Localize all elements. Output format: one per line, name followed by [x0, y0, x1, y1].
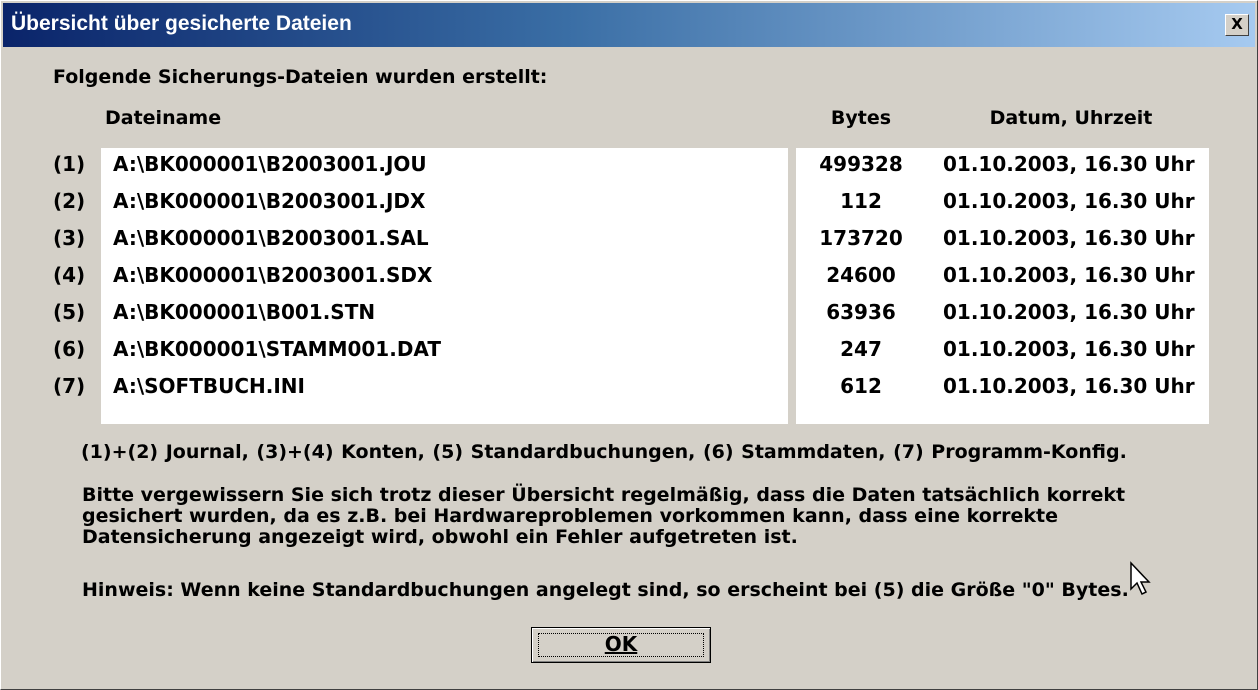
row-date: 01.10.2003, 16.30 Uhr — [943, 337, 1195, 361]
row-filename: A:\BK000001\B2003001.SAL — [113, 226, 429, 250]
row-number: (2) — [53, 189, 86, 213]
dialog-window: Übersicht über gesicherte Dateien X Folg… — [0, 0, 1258, 690]
row-bytes: 63936 — [826, 300, 896, 324]
legend-text: (1)+(2) Journal, (3)+(4) Konten, (5) Sta… — [81, 441, 1127, 463]
row-filename: A:\BK000001\B2003001.JOU — [113, 152, 427, 176]
column-header-date: Datum, Uhrzeit — [989, 107, 1153, 129]
intro-text: Folgende Sicherungs-Dateien wurden erste… — [53, 66, 548, 88]
mouse-pointer-icon — [1130, 561, 1151, 596]
row-bytes: 173720 — [819, 226, 903, 250]
row-date: 01.10.2003, 16.30 Uhr — [943, 189, 1195, 213]
row-filename: A:\BK000001\B2003001.JDX — [113, 189, 426, 213]
hint-text: Hinweis: Wenn keine Standardbuchungen an… — [82, 579, 1129, 601]
row-filename: A:\BK000001\B2003001.SDX — [113, 263, 433, 287]
close-button[interactable]: X — [1225, 14, 1249, 36]
window-title: Übersicht über gesicherte Dateien — [11, 12, 352, 35]
row-number: (4) — [53, 263, 86, 287]
title-bar[interactable]: Übersicht über gesicherte Dateien X — [3, 3, 1255, 47]
row-bytes: 499328 — [819, 152, 903, 176]
row-number: (7) — [53, 374, 86, 398]
ok-button[interactable]: OK — [531, 627, 711, 663]
column-header-filename: Dateiname — [105, 107, 222, 129]
row-number: (1) — [53, 152, 86, 176]
row-filename: A:\BK000001\B001.STN — [113, 300, 376, 324]
row-filename: A:\BK000001\STAMM001.DAT — [113, 337, 441, 361]
row-date: 01.10.2003, 16.30 Uhr — [943, 374, 1195, 398]
close-icon: X — [1231, 15, 1243, 33]
column-header-bytes: Bytes — [830, 107, 892, 129]
row-date: 01.10.2003, 16.30 Uhr — [943, 300, 1195, 324]
row-number: (5) — [53, 300, 86, 324]
row-bytes: 612 — [840, 374, 882, 398]
row-date: 01.10.2003, 16.30 Uhr — [943, 263, 1195, 287]
row-bytes: 24600 — [826, 263, 896, 287]
row-bytes: 247 — [840, 337, 882, 361]
row-number: (6) — [53, 337, 86, 361]
row-date: 01.10.2003, 16.30 Uhr — [943, 152, 1195, 176]
row-number: (3) — [53, 226, 86, 250]
row-date: 01.10.2003, 16.30 Uhr — [943, 226, 1195, 250]
ok-button-label: OK — [604, 632, 638, 656]
row-filename: A:\SOFTBUCH.INI — [113, 374, 305, 398]
warning-text: Bitte vergewissern Sie sich trotz dieser… — [82, 484, 1126, 548]
row-bytes: 112 — [840, 189, 882, 213]
